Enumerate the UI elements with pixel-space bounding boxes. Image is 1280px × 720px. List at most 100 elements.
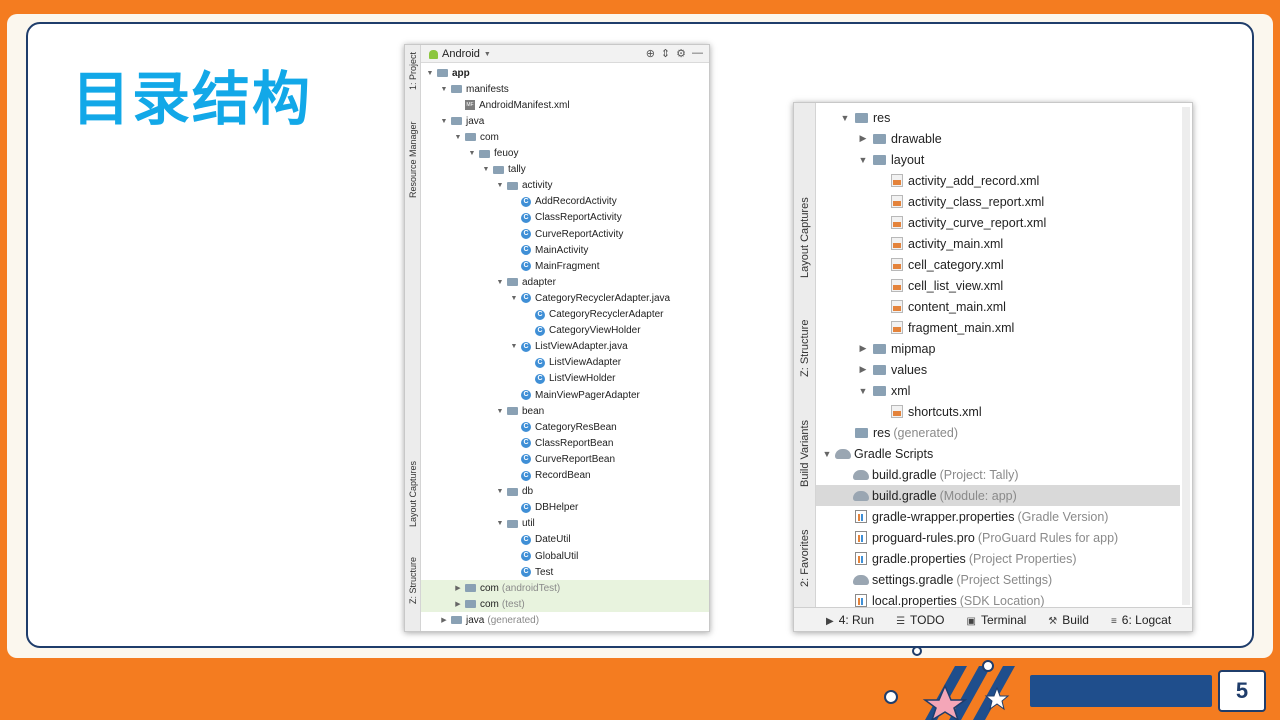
minimize-icon[interactable]: —: [692, 47, 703, 60]
collapse-arrow-icon[interactable]: ▶: [439, 616, 449, 624]
tree-item[interactable]: ▼ feuoy: [421, 146, 709, 162]
tree-item[interactable]: C CategoryResBean: [421, 419, 709, 435]
expand-arrow-icon[interactable]: ▼: [509, 295, 519, 302]
run-tab[interactable]: ▶ 4: Run: [826, 613, 874, 627]
expand-arrow-icon[interactable]: ▼: [453, 134, 463, 141]
logcat-tab[interactable]: ≡ 6: Logcat: [1111, 613, 1171, 627]
tree-item[interactable]: C Test: [421, 564, 709, 580]
expand-arrow-icon[interactable]: ▼: [820, 449, 834, 459]
expand-arrow-icon[interactable]: ▼: [439, 118, 449, 125]
expand-arrow-icon[interactable]: ▼: [467, 150, 477, 157]
tree-item[interactable]: C ListViewAdapter: [421, 355, 709, 371]
tree-item[interactable]: ▼ com: [421, 129, 709, 145]
expand-arrow-icon[interactable]: ▼: [856, 386, 870, 396]
tree-item[interactable]: C MainFragment: [421, 258, 709, 274]
expand-arrow-icon[interactable]: ▼: [495, 182, 505, 189]
tree-item[interactable]: activity_curve_report.xml: [816, 212, 1180, 233]
expand-arrow-icon[interactable]: ▼: [495, 520, 505, 527]
tree-item[interactable]: build.gradle (Project: Tally): [816, 464, 1180, 485]
tree-item[interactable]: C ListViewHolder: [421, 371, 709, 387]
tree-item[interactable]: ▼ adapter: [421, 274, 709, 290]
tree-item[interactable]: C ClassReportBean: [421, 435, 709, 451]
collapse-arrow-icon[interactable]: ▶: [453, 600, 463, 608]
expand-arrow-icon[interactable]: ▼: [481, 166, 491, 173]
tree-item[interactable]: C GlobalUtil: [421, 548, 709, 564]
tree-item[interactable]: ▼ activity: [421, 178, 709, 194]
tree-item[interactable]: gradle.properties (Project Properties): [816, 548, 1180, 569]
tree-item[interactable]: ▼ res: [816, 107, 1180, 128]
tree-item[interactable]: gradle-wrapper.properties (Gradle Version…: [816, 506, 1180, 527]
tree-item[interactable]: C MainViewPagerAdapter: [421, 387, 709, 403]
scrollbar[interactable]: [1182, 107, 1190, 605]
view-selector[interactable]: Android ▼: [429, 48, 491, 60]
tree-item[interactable]: ▼ java: [421, 113, 709, 129]
tree-item[interactable]: content_main.xml: [816, 296, 1180, 317]
tree-item[interactable]: MF AndroidManifest.xml: [421, 97, 709, 113]
tree-item[interactable]: ▼ C ListViewAdapter.java: [421, 339, 709, 355]
tree-item[interactable]: ▶ values: [816, 359, 1180, 380]
tree-item[interactable]: build.gradle (Module: app): [816, 485, 1180, 506]
collapse-arrow-icon[interactable]: ▶: [453, 584, 463, 592]
tree-item[interactable]: C ClassReportActivity: [421, 210, 709, 226]
tab-build-variants[interactable]: Build Variants: [794, 408, 816, 498]
build-tab[interactable]: ⚒ Build: [1048, 613, 1089, 627]
tab-structure-2[interactable]: Z: Structure: [794, 308, 816, 388]
tree-item[interactable]: activity_class_report.xml: [816, 191, 1180, 212]
tree-item[interactable]: ▼ layout: [816, 149, 1180, 170]
expand-arrow-icon[interactable]: ▼: [495, 279, 505, 286]
tree-item[interactable]: ▼ C CategoryRecyclerAdapter.java: [421, 290, 709, 306]
tab-project[interactable]: 1: Project: [405, 49, 421, 93]
tree-item[interactable]: shortcuts.xml: [816, 401, 1180, 422]
terminal-tab[interactable]: ▣ Terminal: [966, 613, 1026, 627]
tree-item[interactable]: activity_main.xml: [816, 233, 1180, 254]
expand-arrow-icon[interactable]: ▼: [838, 113, 852, 123]
tree-item[interactable]: ▼ tally: [421, 162, 709, 178]
gear-icon[interactable]: ⚙: [676, 47, 686, 60]
collapse-arrow-icon[interactable]: ▶: [856, 133, 870, 144]
tree-item[interactable]: C CategoryRecyclerAdapter: [421, 307, 709, 323]
tree-item[interactable]: activity_add_record.xml: [816, 170, 1180, 191]
expand-arrow-icon[interactable]: ▼: [495, 488, 505, 495]
expand-arrow-icon[interactable]: ▼: [509, 343, 519, 350]
expand-arrow-icon[interactable]: ▼: [425, 70, 435, 77]
expand-arrow-icon[interactable]: ▼: [495, 408, 505, 415]
tree-item[interactable]: settings.gradle (Project Settings): [816, 569, 1180, 590]
expand-arrow-icon[interactable]: ▼: [856, 155, 870, 165]
collapse-icon[interactable]: ⇕: [661, 47, 670, 60]
collapse-arrow-icon[interactable]: ▶: [856, 364, 870, 375]
tree-item[interactable]: ▼ app: [421, 65, 709, 81]
tree-item[interactable]: ▶ drawable: [816, 128, 1180, 149]
tree-item[interactable]: ▶ mipmap: [816, 338, 1180, 359]
tree-item[interactable]: ▶ com (androidTest): [421, 580, 709, 597]
tree-item[interactable]: C DBHelper: [421, 500, 709, 516]
tree-item[interactable]: C CurveReportActivity: [421, 226, 709, 242]
tree-item[interactable]: C MainActivity: [421, 242, 709, 258]
tree-item[interactable]: cell_category.xml: [816, 254, 1180, 275]
tree-item[interactable]: ▼ bean: [421, 403, 709, 419]
tab-structure[interactable]: Z: Structure: [405, 550, 421, 610]
tree-item[interactable]: fragment_main.xml: [816, 317, 1180, 338]
expand-arrow-icon[interactable]: ▼: [439, 86, 449, 93]
locate-icon[interactable]: ⊕: [646, 47, 655, 60]
collapse-arrow-icon[interactable]: ▶: [856, 343, 870, 354]
tree-item[interactable]: ▶ java (generated): [421, 612, 709, 628]
tree-item[interactable]: C RecordBean: [421, 468, 709, 484]
tree-item[interactable]: proguard-rules.pro (ProGuard Rules for ap…: [816, 527, 1180, 548]
tree-item[interactable]: ▼ util: [421, 516, 709, 532]
tree-item[interactable]: C CurveReportBean: [421, 451, 709, 467]
tab-resource-manager[interactable]: Resource Manager: [405, 115, 421, 205]
tree-item[interactable]: C AddRecordActivity: [421, 194, 709, 210]
tree-item[interactable]: cell_list_view.xml: [816, 275, 1180, 296]
tree-item[interactable]: C CategoryViewHolder: [421, 323, 709, 339]
tab-layout-captures[interactable]: Layout Captures: [405, 450, 421, 538]
tree-item[interactable]: ▶ com (test): [421, 596, 709, 613]
tree-item[interactable]: res (generated): [816, 422, 1180, 443]
tree-item[interactable]: ▼ manifests: [421, 81, 709, 97]
tree-item[interactable]: ▼ Gradle Scripts: [816, 443, 1180, 464]
tree-item[interactable]: C DateUtil: [421, 532, 709, 548]
tree-item[interactable]: ▼ db: [421, 484, 709, 500]
tree-item[interactable]: ▼ xml: [816, 380, 1180, 401]
tab-layout-captures-2[interactable]: Layout Captures: [794, 183, 816, 293]
tab-favorites[interactable]: 2: Favorites: [794, 518, 816, 598]
todo-tab[interactable]: ☰ TODO: [896, 613, 944, 627]
